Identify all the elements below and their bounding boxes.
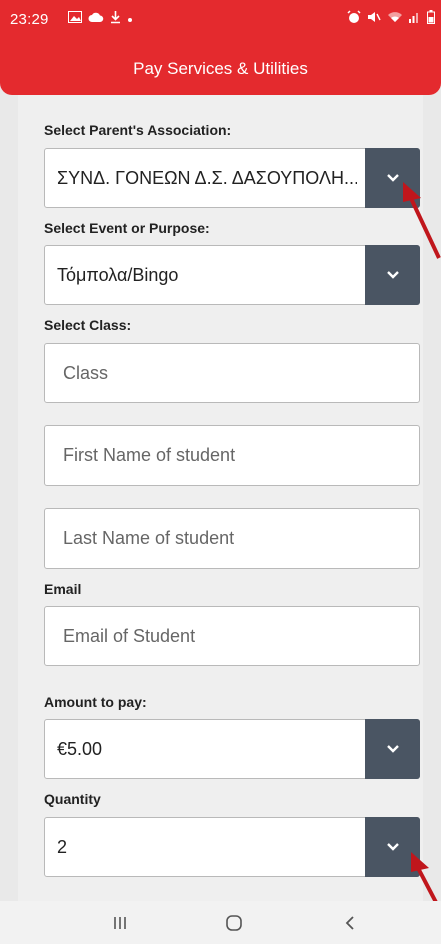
email-label: Email [44, 581, 82, 597]
gallery-notification-icon [68, 11, 82, 27]
quantity-value: 2 [57, 836, 68, 857]
event-dropdown-button[interactable] [365, 245, 420, 305]
download-icon [110, 10, 121, 28]
dot-icon [127, 11, 133, 27]
recent-apps-button[interactable] [100, 909, 140, 937]
signal-icon [409, 11, 421, 27]
recent-apps-icon [114, 917, 126, 929]
last-name-input[interactable]: Last Name of student [44, 508, 420, 569]
last-name-placeholder: Last Name of student [63, 528, 235, 548]
amount-dropdown-button[interactable] [365, 719, 420, 779]
event-label: Select Event or Purpose: [44, 220, 210, 236]
quantity-dropdown-button[interactable] [365, 817, 420, 877]
amount-value: €5.00 [57, 738, 103, 759]
quantity-label: Quantity [44, 791, 101, 807]
status-bar: 23:29 [0, 0, 441, 40]
cloud-icon [88, 11, 104, 27]
mute-icon [367, 10, 381, 28]
home-icon [226, 915, 242, 931]
class-placeholder: Class [63, 362, 109, 383]
chevron-down-icon [386, 174, 399, 182]
event-value: Τόμπολα/Bingo [57, 264, 179, 285]
event-select[interactable]: Τόμπολα/Bingo [44, 245, 420, 305]
alarm-icon [347, 10, 361, 28]
email-input[interactable]: Email of Student [44, 606, 420, 666]
email-placeholder: Email of Student [63, 625, 196, 646]
amount-select[interactable]: €5.00 [44, 719, 420, 779]
battery-icon [427, 10, 435, 28]
association-select[interactable]: ΣΥΝΔ. ΓΟΝΕΩΝ Δ.Σ. ΔΑΣΟΥΠΟΛΗ... [44, 148, 420, 208]
first-name-input[interactable]: First Name of student [44, 425, 420, 486]
association-dropdown-button[interactable] [365, 148, 420, 208]
back-button[interactable] [330, 909, 370, 937]
association-value: ΣΥΝΔ. ΓΟΝΕΩΝ Δ.Σ. ΔΑΣΟΥΠΟΛΗ... [57, 167, 357, 188]
chevron-down-icon [386, 271, 399, 279]
amount-label: Amount to pay: [44, 694, 147, 710]
back-icon [345, 916, 354, 930]
status-time: 23:29 [10, 11, 49, 28]
wifi-icon [387, 11, 403, 27]
class-input[interactable]: Class [44, 343, 420, 403]
system-nav-bar [0, 901, 441, 944]
quantity-select[interactable]: 2 [44, 817, 420, 877]
class-label: Select Class: [44, 317, 132, 333]
first-name-placeholder: First Name of student [63, 445, 236, 465]
chevron-down-icon [386, 745, 399, 753]
association-label: Select Parent's Association: [44, 122, 232, 138]
chevron-down-icon [386, 843, 399, 851]
home-button[interactable] [214, 909, 254, 937]
page-title: Pay Services & Utilities [133, 59, 308, 78]
app-header: Pay Services & Utilities [0, 40, 441, 95]
